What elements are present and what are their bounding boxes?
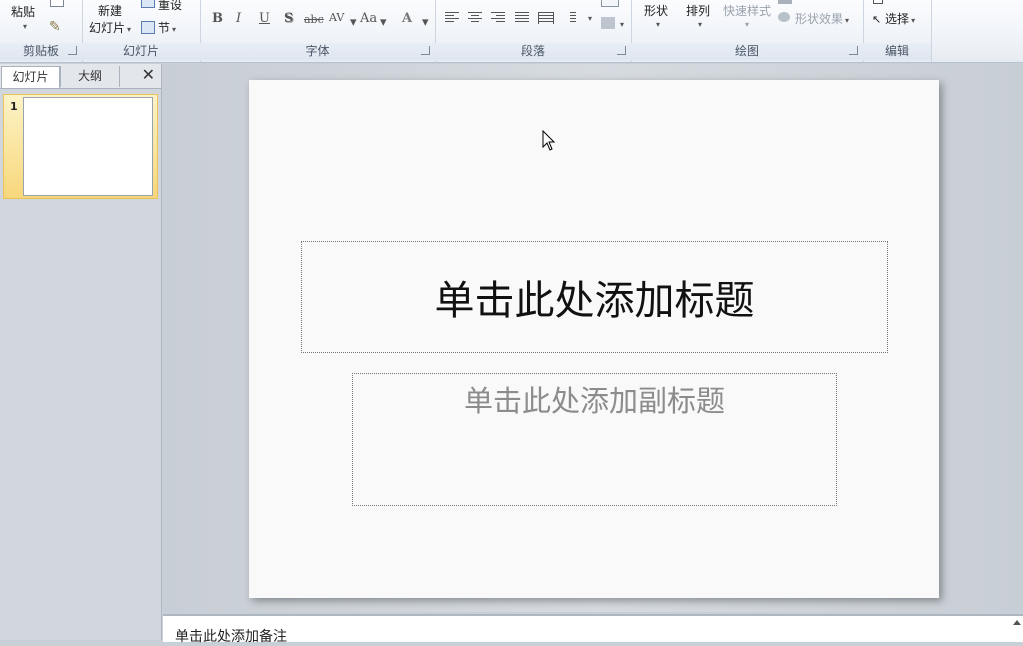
chevron-down-icon[interactable]: ▾: [620, 20, 624, 29]
notes-pane[interactable]: 单击此处添加备注: [163, 614, 1023, 645]
paragraph-group-label: 段落: [435, 43, 631, 60]
align-left-icon[interactable]: [445, 12, 459, 24]
paragraph-group: ▾ ▾ 段落: [435, 0, 632, 62]
clipboard-launcher-icon[interactable]: [68, 46, 77, 55]
chevron-down-icon: ▾: [172, 25, 177, 34]
drawing-launcher-icon[interactable]: [849, 46, 858, 55]
chevron-down-icon[interactable]: ▾: [380, 15, 387, 30]
font-group: B I U S abc AV ▾ Aa ▾ A ▾ 字体: [200, 0, 436, 62]
distributed-icon[interactable]: [538, 12, 554, 24]
font-launcher-icon[interactable]: [421, 46, 430, 55]
copy-icon[interactable]: [50, 0, 64, 7]
align-center-icon[interactable]: [468, 12, 482, 24]
close-icon[interactable]: ✕: [142, 67, 155, 83]
slide-canvas[interactable]: 单击此处添加标题 单击此处添加副标题: [249, 80, 939, 598]
shape-effects-icon[interactable]: [778, 12, 790, 22]
character-spacing-button[interactable]: AV: [329, 11, 344, 24]
underline-button[interactable]: U: [259, 11, 270, 26]
chevron-down-icon[interactable]: ▾: [422, 15, 429, 30]
reset-button[interactable]: 重设: [158, 0, 182, 13]
italic-button[interactable]: I: [236, 11, 241, 26]
select-button[interactable]: ↖ 选择 ▾: [872, 10, 915, 27]
slides-group-label: 幻灯片: [82, 43, 200, 60]
slide-thumbnail-selected[interactable]: 1: [3, 94, 158, 199]
chevron-down-icon: ▾: [911, 16, 916, 25]
pane-tabs: 幻灯片 大纲 ✕: [0, 64, 161, 89]
slide-number: 1: [10, 100, 18, 113]
quick-styles-button[interactable]: 快速样式: [723, 2, 771, 19]
subtitle-placeholder[interactable]: 单击此处添加副标题: [352, 373, 837, 506]
paste-dropdown-icon[interactable]: ▾: [23, 22, 27, 31]
scroll-up-icon[interactable]: [1013, 620, 1021, 625]
ribbon: 粘贴 ▾ ✎ 剪贴板 新建 幻灯片 ▾ 重设 节 ▾ 幻灯片 B I U S abc…: [0, 0, 1023, 63]
font-group-label: 字体: [200, 43, 435, 60]
slide-thumbnail[interactable]: [23, 97, 153, 196]
drawing-group-label: 绘图: [631, 43, 863, 60]
columns-icon[interactable]: [570, 12, 584, 24]
text-direction-icon[interactable]: [601, 0, 619, 7]
section-button[interactable]: 节 ▾: [158, 19, 176, 36]
chevron-down-icon[interactable]: ▾: [745, 20, 749, 29]
chevron-down-icon[interactable]: ▾: [698, 20, 702, 29]
chevron-down-icon[interactable]: ▾: [656, 20, 660, 29]
slide-editor: 单击此处添加标题 单击此处添加副标题: [163, 64, 1023, 612]
font-color-button[interactable]: A: [402, 11, 412, 26]
chevron-down-icon[interactable]: ▾: [588, 14, 592, 23]
title-placeholder-text: 单击此处添加标题: [434, 278, 755, 324]
change-case-button[interactable]: Aa: [360, 11, 377, 26]
tab-slides[interactable]: 幻灯片: [1, 66, 60, 88]
arrange-button[interactable]: 排列: [686, 2, 710, 19]
clipboard-group: 粘贴 ▾ ✎ 剪贴板: [0, 0, 83, 62]
justify-icon[interactable]: [515, 12, 529, 24]
tab-outline[interactable]: 大纲: [60, 66, 120, 87]
subtitle-placeholder-text: 单击此处添加副标题: [463, 384, 725, 418]
drawing-group: 形状 ▾ 排列 ▾ 快速样式 ▾ 形状效果 ▾ 绘图: [631, 0, 864, 62]
find-icon[interactable]: [873, 0, 883, 4]
format-painter-icon[interactable]: ✎: [49, 19, 61, 35]
shapes-button[interactable]: 形状: [644, 2, 668, 19]
shape-fill-icon[interactable]: [778, 0, 792, 4]
align-text-icon[interactable]: [601, 17, 615, 29]
slides-outline-pane: 幻灯片 大纲 ✕ 1: [0, 64, 162, 640]
chevron-down-icon[interactable]: ▾: [350, 15, 357, 30]
slides-group: 新建 幻灯片 ▾ 重设 节 ▾ 幻灯片: [82, 0, 201, 62]
chevron-down-icon: ▾: [127, 25, 132, 34]
editing-group-label: 编辑: [863, 43, 931, 60]
title-placeholder[interactable]: 单击此处添加标题: [301, 241, 888, 353]
chevron-down-icon: ▾: [845, 16, 850, 25]
bold-button[interactable]: B: [212, 11, 223, 26]
reset-icon: [141, 0, 155, 8]
editing-group: ↖ 选择 ▾ 编辑: [863, 0, 932, 62]
strikethrough-button[interactable]: abc: [304, 13, 324, 26]
paragraph-launcher-icon[interactable]: [617, 46, 626, 55]
notes-placeholder: 单击此处添加备注: [175, 629, 287, 645]
shadow-button[interactable]: S: [284, 11, 293, 26]
new-slide-button[interactable]: 新建: [98, 2, 122, 19]
shape-effects-button[interactable]: 形状效果 ▾: [795, 10, 849, 27]
cursor-arrow-icon: ↖: [872, 13, 882, 26]
mouse-pointer-icon: [542, 130, 556, 151]
paste-button[interactable]: 粘贴: [11, 3, 35, 20]
section-icon: [141, 21, 155, 34]
align-right-icon[interactable]: [491, 12, 505, 24]
new-slide-dropdown[interactable]: 幻灯片 ▾: [89, 19, 131, 36]
